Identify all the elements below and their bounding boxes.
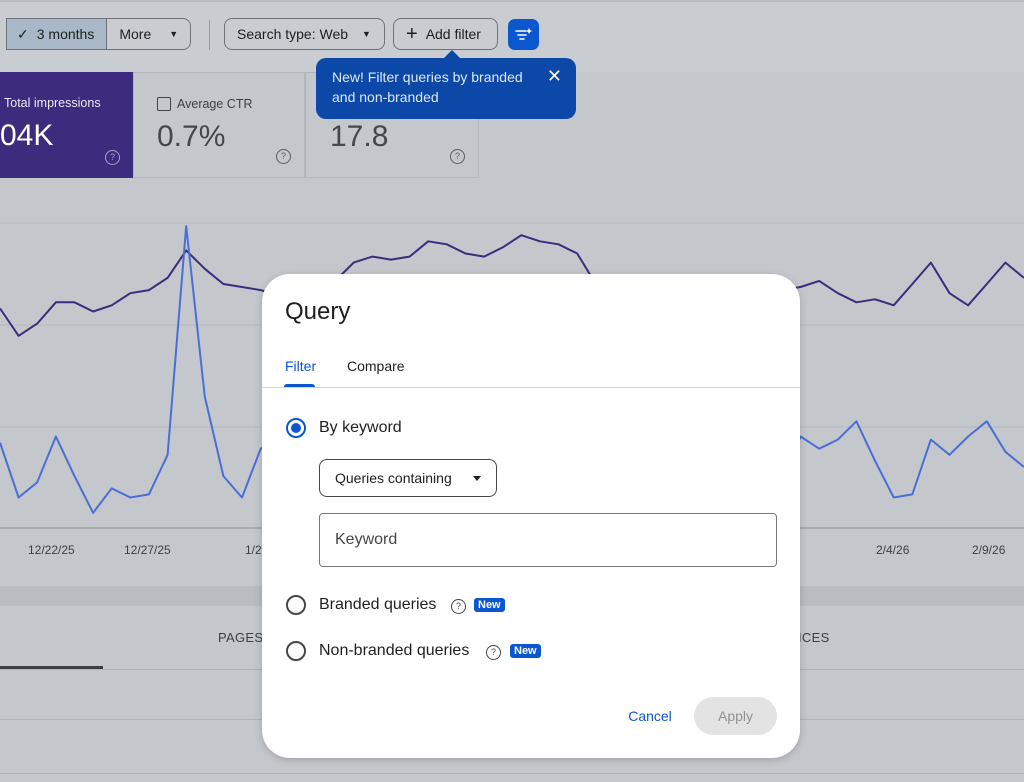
new-feature-tooltip: New! Filter queries by branded and non-b… xyxy=(316,50,576,119)
row-divider xyxy=(0,773,1024,774)
radio-by-keyword[interactable] xyxy=(286,418,306,438)
metric-card-ctr[interactable]: Average CTR 0.7% ? xyxy=(133,72,305,178)
tab-pages[interactable]: PAGES xyxy=(218,630,263,645)
radio-label-by-keyword[interactable]: By keyword xyxy=(319,419,402,437)
new-badge: New xyxy=(510,644,541,658)
add-filter-button[interactable]: + Add filter xyxy=(393,18,498,50)
check-icon: ✓ xyxy=(17,25,29,42)
radio-non-branded[interactable] xyxy=(286,641,306,661)
match-type-dropdown[interactable]: Queries containing xyxy=(319,459,497,497)
date-range-segmented: ✓ 3 months More ▼ xyxy=(6,18,192,50)
help-icon[interactable]: ? xyxy=(276,149,291,164)
more-label: More xyxy=(119,26,152,42)
date-range-label: 3 months xyxy=(36,26,95,42)
help-icon[interactable]: ? xyxy=(486,645,501,660)
metric-value: 17.8 xyxy=(330,120,389,153)
x-tick-label: 12/22/25 xyxy=(28,543,75,557)
dialog-title: Query xyxy=(285,298,351,325)
add-filter-label: Add filter xyxy=(425,26,481,42)
caret-down-icon: ▼ xyxy=(169,29,179,39)
dropdown-value: Queries containing xyxy=(335,470,452,486)
help-icon[interactable]: ? xyxy=(450,149,465,164)
tab-compare[interactable]: Compare xyxy=(347,358,405,374)
metric-label: Total impressions xyxy=(4,96,101,110)
caret-down-icon: ▼ xyxy=(362,29,371,39)
toolbar-divider xyxy=(209,20,210,50)
metric-value: 04K xyxy=(0,119,54,152)
metric-value: 0.7% xyxy=(157,120,226,153)
more-button[interactable]: More ▼ xyxy=(107,19,190,49)
metric-card-impressions[interactable]: Total impressions 04K ? xyxy=(0,72,133,178)
close-icon[interactable]: ✕ xyxy=(547,66,562,87)
x-tick-label: 12/27/25 xyxy=(124,543,171,557)
plus-icon: + xyxy=(406,23,418,45)
caret-down-icon xyxy=(473,476,481,481)
date-range-3-months[interactable]: ✓ 3 months xyxy=(7,19,108,49)
help-icon[interactable]: ? xyxy=(451,599,466,614)
tab-filter[interactable]: Filter xyxy=(285,358,316,374)
checkbox-icon[interactable] xyxy=(157,97,171,111)
x-tick-label: 2/9/26 xyxy=(972,543,1006,557)
keyword-input[interactable] xyxy=(319,513,777,567)
new-badge: New xyxy=(474,598,505,612)
x-tick-label: 1/2 xyxy=(245,543,262,557)
radio-branded[interactable] xyxy=(286,595,306,615)
tooltip-text: New! Filter queries by branded and non-b… xyxy=(332,69,523,105)
metric-label: Average CTR xyxy=(177,97,253,111)
radio-label-non-branded[interactable]: Non-branded queries xyxy=(319,642,469,660)
apply-button[interactable]: Apply xyxy=(694,697,777,735)
filter-sparkle-icon xyxy=(514,27,532,40)
search-type-button[interactable]: Search type: Web ▼ xyxy=(224,18,385,50)
query-filter-dialog: Query Filter Compare By keyword Queries … xyxy=(262,274,800,758)
tab-devices[interactable]: ICES xyxy=(798,630,830,645)
query-filter-icon-button[interactable] xyxy=(508,19,539,50)
x-tick-label: 2/4/26 xyxy=(876,543,910,557)
tabs-divider xyxy=(262,387,800,388)
help-icon[interactable]: ? xyxy=(105,150,120,165)
cancel-button[interactable]: Cancel xyxy=(620,697,680,735)
search-type-label: Search type: Web xyxy=(237,26,349,42)
radio-label-branded[interactable]: Branded queries xyxy=(319,596,436,614)
